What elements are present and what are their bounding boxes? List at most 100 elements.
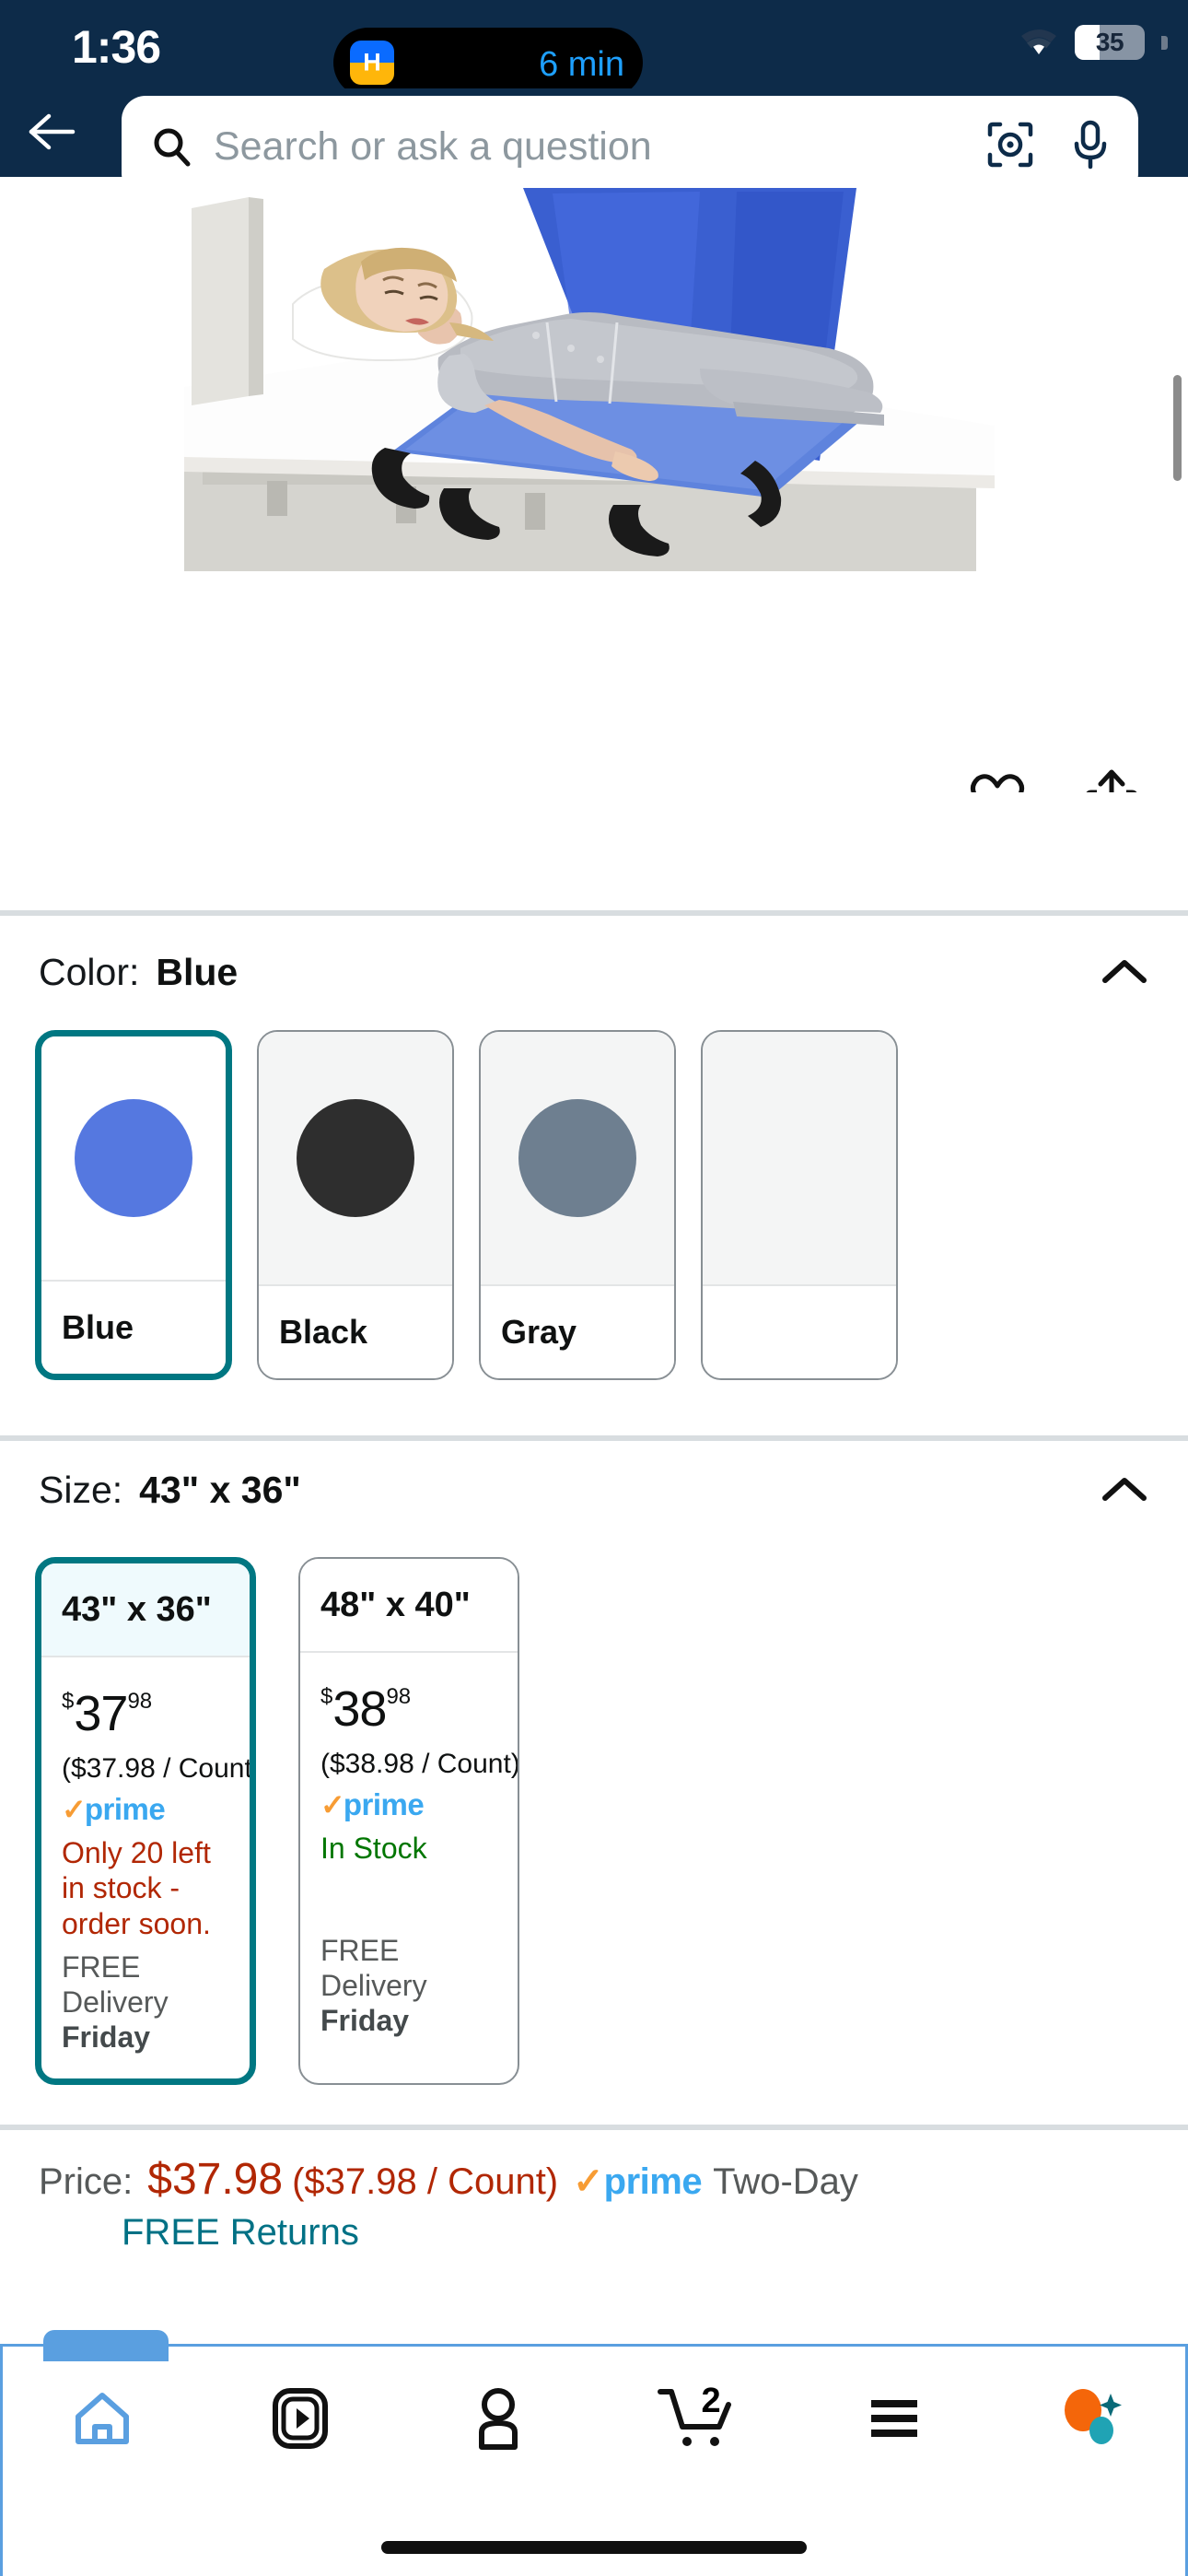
size-card-48x40[interactable]: 48" x 40" $3898 ($38.98 / Count) ✓ prime … bbox=[298, 1557, 519, 2086]
prime-badge: ✓prime bbox=[62, 1794, 231, 1824]
color-swatch-preview bbox=[703, 1032, 896, 1286]
color-swatch-gray[interactable]: Gray bbox=[479, 1030, 676, 1380]
size-card-title: 43" x 36" bbox=[41, 1563, 250, 1657]
search-input[interactable] bbox=[214, 123, 974, 170]
size-card-stock-status: Only 20 left in stock - order soon. bbox=[62, 1836, 211, 1940]
cart-badge-count: 2 bbox=[701, 2382, 721, 2420]
battery-indicator: 35 bbox=[1075, 25, 1145, 60]
dynamic-island[interactable]: H 6 min bbox=[333, 28, 643, 98]
color-swatch-preview bbox=[41, 1036, 226, 1282]
status-bar-time: 1:36 bbox=[72, 21, 161, 73]
share-icon[interactable] bbox=[1077, 765, 1146, 792]
nav-item-reels[interactable] bbox=[201, 2347, 399, 2494]
vertical-scrollbar[interactable] bbox=[1173, 375, 1182, 481]
size-card-title: 48" x 40" bbox=[300, 1559, 518, 1653]
price-whole: 38 bbox=[332, 1681, 387, 1737]
chevron-up-icon[interactable] bbox=[1100, 1474, 1149, 1505]
price-currency: $ bbox=[320, 1684, 333, 1709]
prime-word: prime bbox=[343, 1787, 425, 1821]
section-divider bbox=[0, 2125, 1188, 2130]
dynamic-island-app-icon: H bbox=[350, 41, 394, 85]
prime-badge: ✓prime bbox=[320, 1789, 499, 1820]
color-swatch-label bbox=[703, 1286, 896, 1378]
shipping-speed: Two-Day bbox=[713, 2161, 858, 2202]
bottom-navigation-bar: 2 bbox=[0, 2330, 1188, 2576]
prime-check-icon: ✓ bbox=[320, 1788, 345, 1821]
price-fraction: 98 bbox=[127, 1689, 153, 1714]
size-card-price: $3898 bbox=[320, 1684, 499, 1734]
status-bar-indicators: 35 bbox=[1018, 18, 1168, 66]
price-label: Price: bbox=[39, 2161, 134, 2202]
cart-icon bbox=[657, 2384, 736, 2457]
size-card-spacer bbox=[320, 1875, 499, 1934]
dynamic-island-app-glyph: H bbox=[363, 48, 381, 76]
size-card-unit-price: ($37.98 / Count) bbox=[62, 1753, 256, 1784]
color-swatch-label: Gray bbox=[481, 1286, 674, 1378]
delivery-day: Friday bbox=[62, 2020, 151, 2054]
size-card-price: $3798 bbox=[62, 1689, 231, 1739]
product-image[interactable] bbox=[184, 184, 1004, 571]
back-button[interactable] bbox=[20, 101, 85, 166]
nav-item-home[interactable] bbox=[3, 2347, 201, 2494]
size-label: Size: bbox=[39, 1468, 123, 1511]
product-gallery[interactable] bbox=[0, 177, 1188, 792]
color-circle bbox=[518, 1099, 636, 1217]
nav-item-account[interactable] bbox=[399, 2347, 597, 2494]
nav-item-menu[interactable] bbox=[795, 2347, 993, 2494]
home-icon bbox=[72, 2390, 133, 2452]
color-circle bbox=[75, 1099, 192, 1217]
price-unit: ($37.98 / Count) bbox=[292, 2161, 559, 2202]
color-swatch-blue[interactable]: Blue bbox=[35, 1030, 232, 1380]
nav-item-rufus[interactable] bbox=[993, 2347, 1188, 2494]
color-swatch-preview bbox=[481, 1032, 674, 1286]
section-divider bbox=[0, 910, 1188, 916]
prime-word: prime bbox=[84, 1792, 166, 1826]
hamburger-menu-icon bbox=[867, 2396, 922, 2445]
price-currency: $ bbox=[62, 1689, 75, 1714]
price-fraction: 98 bbox=[386, 1684, 412, 1709]
color-selected-value: Blue bbox=[156, 950, 239, 993]
delivery-day: Friday bbox=[320, 2003, 410, 2037]
color-swatch-label: Black bbox=[259, 1286, 452, 1378]
video-play-icon bbox=[271, 2386, 330, 2455]
color-label: Color: bbox=[39, 950, 140, 993]
battery-level-text: 35 bbox=[1095, 28, 1124, 56]
back-arrow-icon bbox=[27, 111, 78, 158]
price-whole: 37 bbox=[74, 1686, 128, 1741]
prime-word: prime bbox=[603, 2161, 703, 2202]
chevron-up-icon[interactable] bbox=[1100, 956, 1149, 988]
color-circle bbox=[297, 1099, 414, 1217]
size-card-delivery: FREE Delivery Friday bbox=[62, 1950, 231, 2055]
wifi-icon bbox=[1018, 27, 1060, 58]
price-amount: $37.98 bbox=[147, 2155, 284, 2204]
size-card-43x36[interactable]: 43" x 36" $3798 ($37.98 / Count) ✓ prime … bbox=[35, 1557, 256, 2086]
heart-icon[interactable] bbox=[963, 765, 1031, 792]
nav-item-cart[interactable]: 2 bbox=[597, 2347, 795, 2494]
delivery-label: FREE Delivery bbox=[62, 1950, 169, 2019]
color-swatch-label: Blue bbox=[41, 1282, 226, 1374]
person-icon bbox=[471, 2386, 526, 2455]
color-swatch-black[interactable]: Black bbox=[257, 1030, 454, 1380]
size-section-header[interactable]: Size: 43" x 36" bbox=[0, 1448, 1188, 1531]
rufus-assistant-icon bbox=[1059, 2386, 1125, 2455]
gallery-actions bbox=[963, 765, 1146, 792]
color-swatch-next[interactable] bbox=[701, 1030, 898, 1380]
price-block: Price: $37.98 ($37.98 / Count) ✓prime Tw… bbox=[0, 2154, 1188, 2254]
gallery-pagination-dots[interactable] bbox=[0, 785, 608, 792]
search-header bbox=[0, 88, 1188, 197]
free-returns-link[interactable]: FREE Returns bbox=[122, 2212, 1149, 2254]
camera-lens-icon[interactable] bbox=[985, 120, 1035, 174]
prime-check-icon: ✓ bbox=[573, 2161, 604, 2202]
color-section-header[interactable]: Color: Blue bbox=[0, 931, 1188, 1013]
microphone-icon[interactable] bbox=[1070, 119, 1111, 175]
color-swatch-row[interactable]: Blue Black Gray bbox=[0, 1030, 1188, 1380]
size-card-unit-price: ($38.98 / Count) bbox=[320, 1749, 519, 1779]
section-divider bbox=[0, 1435, 1188, 1441]
dynamic-island-eta: 6 min bbox=[539, 45, 624, 84]
battery-tip bbox=[1161, 35, 1168, 50]
prime-badge: ✓prime bbox=[573, 2160, 702, 2203]
size-selected-value: 43" x 36" bbox=[139, 1468, 301, 1511]
home-indicator bbox=[381, 2541, 807, 2554]
delivery-label: FREE Delivery bbox=[320, 1934, 427, 2003]
size-option-row[interactable]: 43" x 36" $3798 ($37.98 / Count) ✓ prime … bbox=[0, 1557, 1188, 2086]
